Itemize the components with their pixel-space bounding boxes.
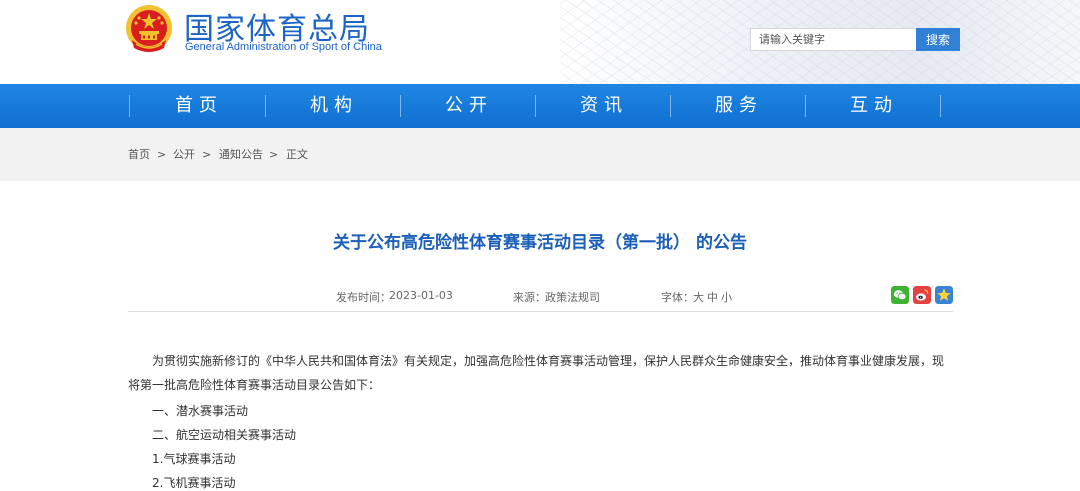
search-input[interactable] (750, 28, 916, 51)
search-button[interactable]: 搜索 (916, 28, 960, 51)
nav-item-services[interactable]: 服务 (679, 84, 799, 128)
breadcrumb-public[interactable]: 公开 (173, 128, 195, 181)
weibo-icon[interactable] (913, 286, 931, 304)
source-label: 来源： (513, 291, 546, 304)
article-list-item: 一、潜水赛事活动 (152, 404, 249, 418)
nav-separator (129, 95, 130, 117)
breadcrumb-home[interactable]: 首页 (128, 128, 150, 181)
nav-item-news[interactable]: 资讯 (544, 84, 664, 128)
font-size-small[interactable]: 小 (721, 289, 732, 305)
nav-separator (805, 95, 806, 117)
source-value: 政策法规司 (545, 291, 600, 304)
favorite-star-icon[interactable] (935, 286, 953, 304)
breadcrumb-current: 正文 (286, 148, 308, 161)
article-intro-paragraph: 为贯彻实施新修订的《中华人民共和国体育法》有关规定，加强高危险性体育赛事活动管理… (128, 354, 945, 392)
breadcrumb-separator: > (157, 148, 167, 161)
main-navigation: 首页 机构 公开 资讯 服务 互动 (0, 84, 1080, 128)
breadcrumb-separator: > (202, 148, 212, 161)
site-subtitle: General Administration of Sport of China (185, 41, 382, 53)
publish-date-label: 发布时间： (336, 291, 391, 304)
nav-separator (535, 95, 536, 117)
article-list-item: 1.气球赛事活动 (152, 452, 236, 466)
article-title: 关于公布高危险性体育赛事活动目录（第一批） 的公告 (333, 233, 747, 253)
font-size-medium[interactable]: 中 (707, 289, 718, 305)
nav-item-interaction[interactable]: 互动 (814, 84, 934, 128)
nav-separator (265, 95, 266, 117)
site-header: 国家体育总局 General Administration of Sport o… (0, 0, 1080, 84)
publish-date: 2023-01-03 (389, 289, 453, 302)
meta-divider (128, 311, 953, 312)
font-size-label: 字体： (661, 291, 694, 304)
font-size-large[interactable]: 大 (693, 289, 704, 305)
breadcrumb-separator: > (269, 148, 279, 161)
article-list-item: 二、航空运动相关赛事活动 (152, 428, 297, 442)
breadcrumb-notices[interactable]: 通知公告 (219, 128, 263, 181)
nav-item-home[interactable]: 首页 (139, 84, 259, 128)
nav-separator (940, 95, 941, 117)
national-emblem-icon[interactable] (124, 4, 174, 56)
nav-item-organization[interactable]: 机构 (274, 84, 394, 128)
breadcrumb: 首页 > 公开 > 通知公告 > 正文 (0, 128, 1080, 181)
nav-item-public[interactable]: 公开 (409, 84, 529, 128)
nav-separator (670, 95, 671, 117)
wechat-icon[interactable] (891, 286, 909, 304)
article-list-item: 2.飞机赛事活动 (152, 476, 236, 490)
nav-separator (400, 95, 401, 117)
